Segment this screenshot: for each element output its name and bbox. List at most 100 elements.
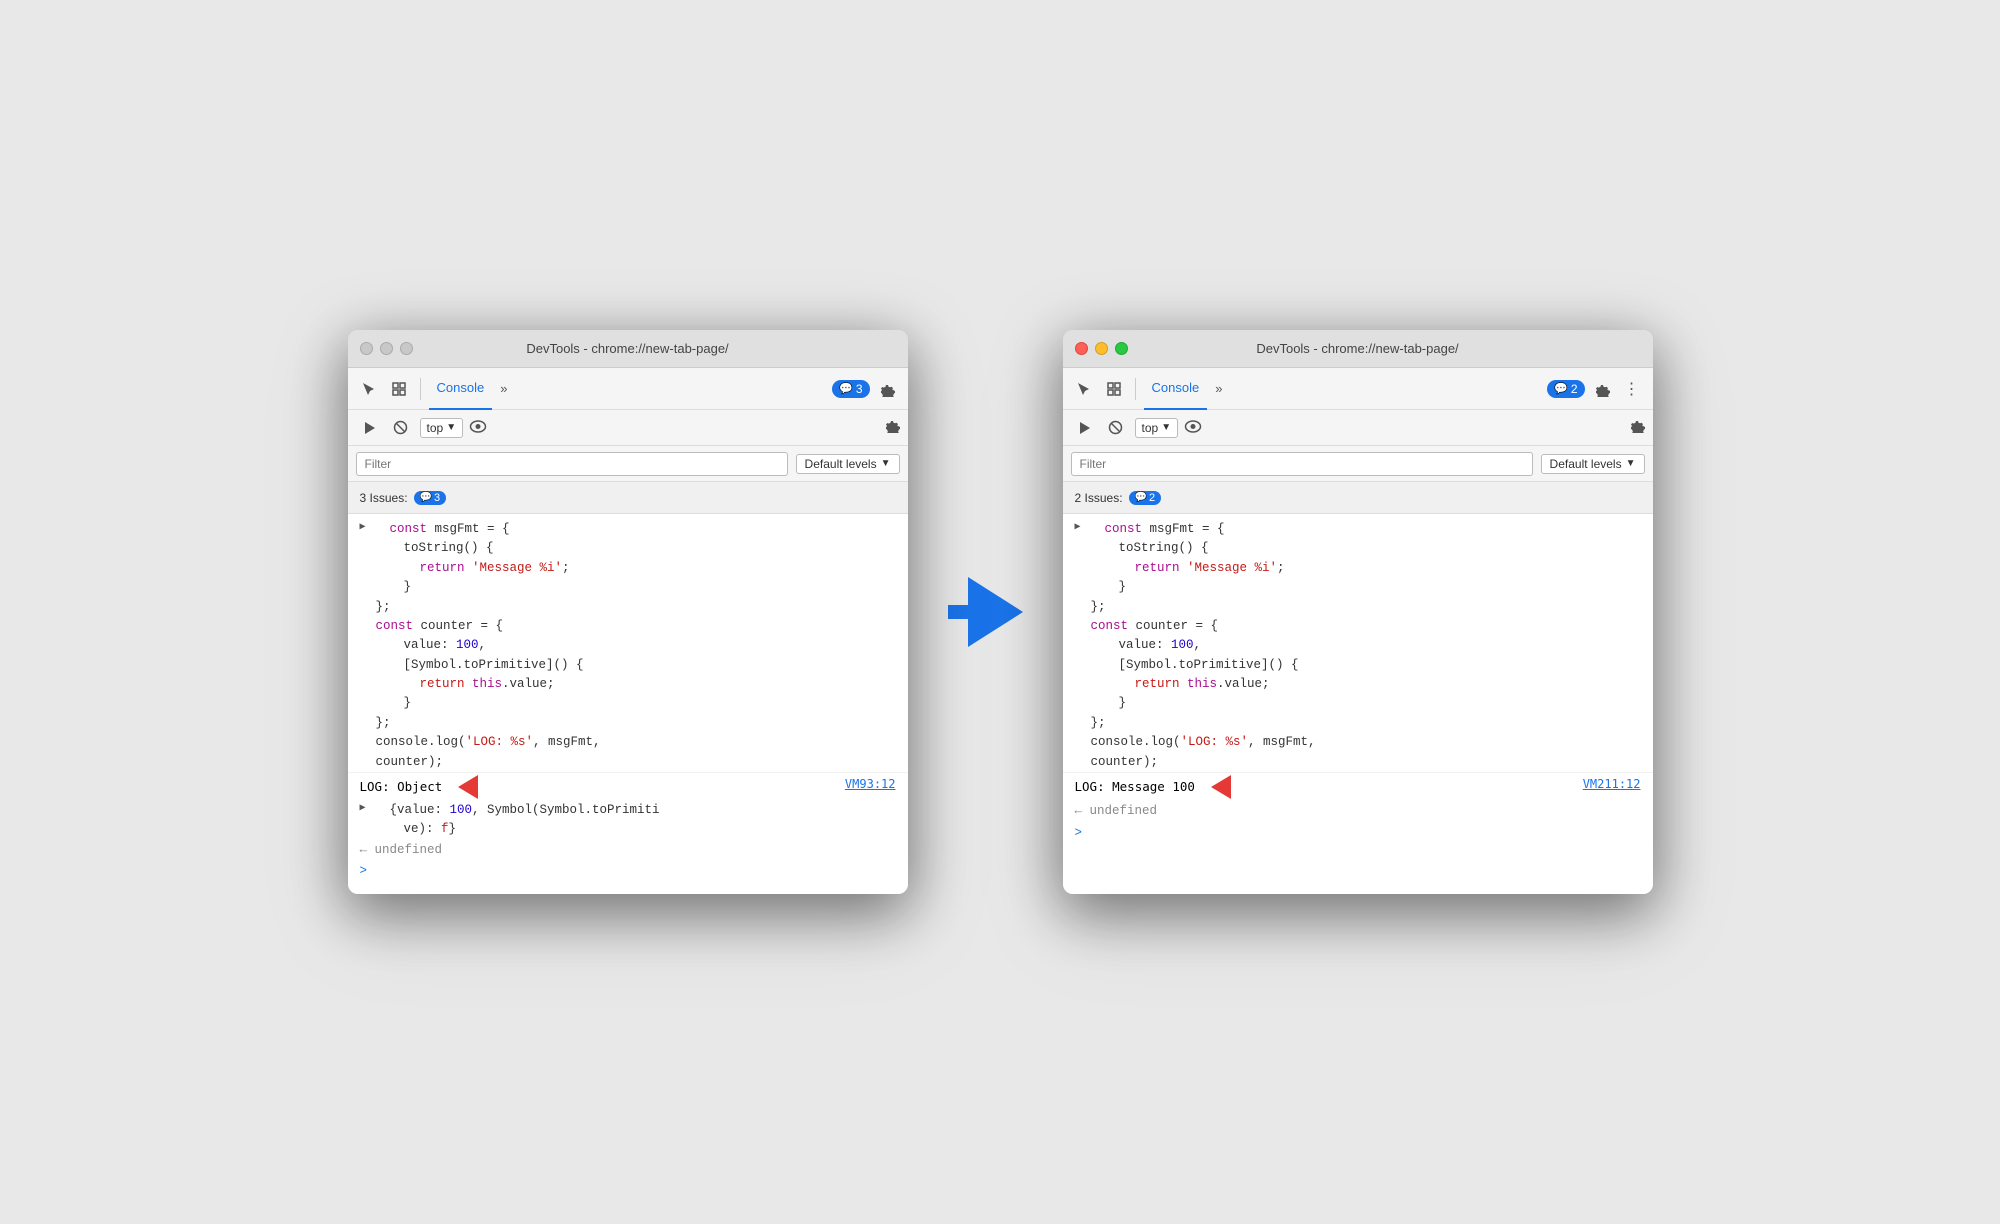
left-layers-icon[interactable] [386,376,412,402]
left-window-title: DevTools - chrome://new-tab-page/ [526,341,728,356]
left-minimize-button[interactable] [380,342,393,355]
left-log-obj-line2: ve): f} [348,820,908,839]
right-console-output: ▶ const msgFmt = { toString() { return '… [1063,514,1653,894]
left-play-icon[interactable] [356,415,382,441]
right-levels-arrow: ▼ [1626,458,1636,469]
right-maximize-button[interactable] [1115,342,1128,355]
right-code-line-6: const counter = { [1063,617,1653,636]
right-devtools-window: DevTools - chrome://new-tab-page/ Consol… [1063,330,1653,894]
right-undefined-line: ← undefined [1063,801,1653,822]
right-code-line-13: counter); [1063,753,1653,772]
left-code-line-10: } [348,694,908,713]
right-code-line-2: toString() { [1063,539,1653,558]
right-cursor-icon[interactable] [1071,376,1097,402]
right-code-line-12: console.log('LOG: %s', msgFmt, [1063,733,1653,752]
left-issues-count-badge[interactable]: 💬 3 [414,491,447,505]
right-dropdown-arrow: ▼ [1161,422,1171,433]
right-toolbar-divider1 [1135,378,1136,400]
right-play-icon[interactable] [1071,415,1097,441]
left-top-selector[interactable]: top ▼ [420,418,464,438]
right-settings-icon[interactable] [1589,376,1615,402]
left-code-line-6: const counter = { [348,617,908,636]
left-devtools-window: DevTools - chrome://new-tab-page/ Consol… [348,330,908,894]
left-undefined-line: ← undefined [348,840,908,861]
right-issues-badge-toolbar[interactable]: 💬 2 [1547,380,1584,398]
right-log-content: LOG: Message 100 [1075,775,1583,799]
left-close-button[interactable] [360,342,373,355]
right-layers-icon[interactable] [1101,376,1127,402]
left-code-line-13: counter); [348,753,908,772]
left-more-tabs[interactable]: » [496,381,511,396]
left-code-line-3: return 'Message %i'; [348,559,908,578]
right-more-tabs[interactable]: » [1211,381,1226,396]
right-eye-icon[interactable] [1184,420,1202,436]
right-log-text: LOG: Message 100 [1075,778,1195,797]
right-filter-bar: Default levels ▼ [1063,446,1653,482]
right-code-line-9: return this.value; [1063,675,1653,694]
left-filter-input[interactable] [356,452,788,476]
left-issues-badge-toolbar[interactable]: 💬 3 [832,380,869,398]
left-title-bar: DevTools - chrome://new-tab-page/ [348,330,908,368]
right-three-dots-icon[interactable]: ⋮ [1619,376,1645,402]
right-code-line-7: value: 100, [1063,636,1653,655]
left-code-line-5: }; [348,598,908,617]
right-red-arrow [1211,775,1231,799]
left-code-line-11: }; [348,714,908,733]
left-maximize-button[interactable] [400,342,413,355]
left-traffic-lights [360,342,413,355]
right-top-selector[interactable]: top ▼ [1135,418,1179,438]
left-console-output: ▶ const msgFmt = { toString() { return '… [348,514,908,894]
right-code-line-4: } [1063,578,1653,597]
left-console-gear-icon[interactable] [884,417,900,438]
left-issues-bar: 3 Issues: 💬 3 [348,482,908,514]
left-levels-arrow: ▼ [881,458,891,469]
left-code-line-7: value: 100, [348,636,908,655]
left-log-text: LOG: Object [360,778,443,797]
left-toolbar-divider1 [420,378,421,400]
arrow-head [968,577,1023,647]
left-expand-arrow-2[interactable]: ▶ [360,801,366,817]
left-code-line-2: toString() { [348,539,908,558]
right-chat-icon: 💬 [1554,382,1568,395]
left-filter-bar: Default levels ▼ [348,446,908,482]
right-log-link[interactable]: VM211:12 [1583,775,1641,793]
left-eye-icon[interactable] [469,420,487,436]
right-console-tab[interactable]: Console [1144,368,1208,410]
left-log-obj-line: ▶ {value: 100, Symbol(Symbol.toPrimiti [348,801,908,820]
right-main-toolbar: Console » 💬 2 ⋮ [1063,368,1653,410]
right-issues-count-badge[interactable]: 💬 2 [1129,491,1162,505]
right-log-output-line: LOG: Message 100 VM211:12 [1063,772,1653,801]
left-log-link[interactable]: VM93:12 [845,775,896,793]
right-block-icon[interactable] [1103,415,1129,441]
left-chat-icon: 💬 [839,382,853,395]
right-default-levels[interactable]: Default levels ▼ [1541,454,1645,474]
right-issues-bar: 2 Issues: 💬 2 [1063,482,1653,514]
left-prompt-line[interactable]: > [348,860,908,883]
left-code-line-12: console.log('LOG: %s', msgFmt, [348,733,908,752]
right-window-title: DevTools - chrome://new-tab-page/ [1256,341,1458,356]
right-code-line-3: return 'Message %i'; [1063,559,1653,578]
left-red-arrow [458,775,478,799]
right-code-line-11: }; [1063,714,1653,733]
left-default-levels[interactable]: Default levels ▼ [796,454,900,474]
right-filter-input[interactable] [1071,452,1533,476]
right-close-button[interactable] [1075,342,1088,355]
left-expand-arrow-1[interactable]: ▶ [360,520,366,536]
left-log-content: LOG: Object [360,775,845,799]
right-title-bar: DevTools - chrome://new-tab-page/ [1063,330,1653,368]
left-cursor-icon[interactable] [356,376,382,402]
right-prompt-line[interactable]: > [1063,822,1653,845]
right-expand-arrow-1[interactable]: ▶ [1075,520,1081,536]
right-code-line-1: ▶ const msgFmt = { [1063,520,1653,539]
right-minimize-button[interactable] [1095,342,1108,355]
left-code-line-4: } [348,578,908,597]
left-main-toolbar: Console » 💬 3 [348,368,908,410]
left-console-tab[interactable]: Console [429,368,493,410]
left-block-icon[interactable] [388,415,414,441]
right-console-gear-icon[interactable] [1629,417,1645,438]
left-dropdown-arrow: ▼ [446,422,456,433]
right-code-line-8: [Symbol.toPrimitive]() { [1063,656,1653,675]
left-code-line-1: ▶ const msgFmt = { [348,520,908,539]
big-blue-arrow [948,577,1023,647]
left-settings-icon[interactable] [874,376,900,402]
